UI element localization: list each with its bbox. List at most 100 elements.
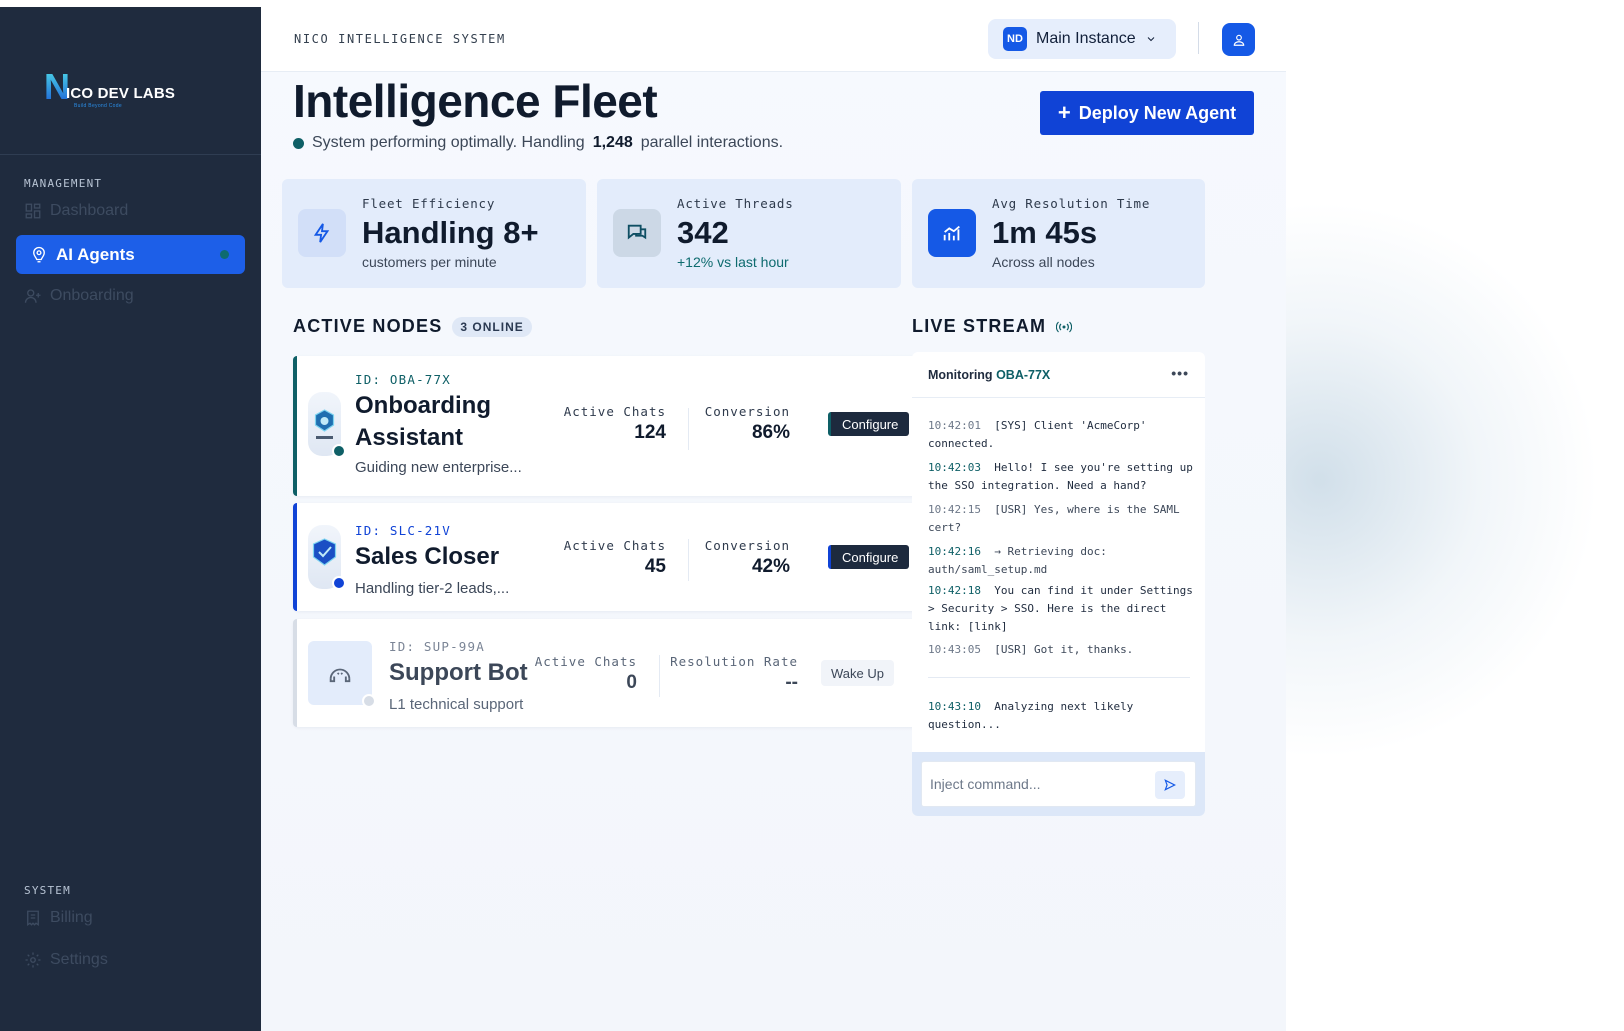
sidebar-item-billing[interactable]: Billing — [24, 900, 244, 936]
live-stream-heading: LIVE STREAM — [912, 316, 1073, 337]
live-stream-panel: Monitoring OBA-77X ••• 10:42:01 [SYS] Cl… — [912, 352, 1205, 816]
section-title: LIVE STREAM — [912, 316, 1047, 336]
deploy-new-agent-button[interactable]: + Deploy New Agent — [1040, 91, 1254, 135]
node-card-support-bot[interactable]: ID: SUP-99A Support Bot L1 technical sup… — [293, 619, 924, 727]
monitoring-label: Monitoring OBA-77X — [928, 368, 1050, 382]
metric-label: Conversion — [704, 538, 790, 553]
log-time: 10:42:18 — [928, 584, 981, 597]
sidebar-item-onboarding[interactable]: Onboarding — [24, 278, 244, 314]
sidebar-item-label: Onboarding — [50, 287, 134, 304]
broadcast-icon — [1056, 321, 1073, 332]
section-title: ACTIVE NODES — [293, 316, 443, 336]
metric-divider — [659, 655, 660, 697]
node-name: Onboarding Assistant — [355, 390, 491, 454]
active-indicator-dot — [220, 250, 229, 259]
agent-avatar — [308, 641, 372, 705]
sidebar: N ICO DEV LABS Build Beyond Code MANAGEM… — [0, 7, 261, 1031]
send-icon — [1164, 779, 1176, 791]
online-count-badge: 3 ONLINE — [452, 316, 532, 337]
node-description: L1 technical support — [389, 696, 524, 713]
status-online-dot — [332, 444, 346, 458]
section-label-management: MANAGEMENT — [24, 177, 103, 190]
log-time: 10:42:01 — [928, 419, 981, 432]
log-entry: 10:42:16 → Retrieving doc: auth/saml_set… — [928, 543, 1194, 579]
stream-header: Monitoring OBA-77X ••• — [912, 352, 1205, 398]
stream-divider — [928, 677, 1190, 678]
instance-label: Main Instance — [1036, 30, 1136, 47]
system-status: System performing optimally. Handling 1,… — [293, 134, 783, 152]
metric-divider — [688, 408, 689, 450]
stat-card-active-threads: Active Threads 342 +12% vs last hour — [597, 179, 901, 288]
command-input-area: Inject command... — [912, 752, 1205, 816]
node-accent-bar — [293, 619, 297, 727]
sidebar-item-ai-agents[interactable]: AI Agents — [16, 235, 245, 274]
metric-label: Conversion — [704, 404, 790, 419]
user-profile-button[interactable] — [1222, 23, 1255, 56]
dashboard-icon — [25, 203, 41, 219]
sidebar-item-label: Dashboard — [50, 202, 129, 219]
topbar: NICO INTELLIGENCE SYSTEM ND Main Instanc… — [261, 0, 1286, 72]
logo-text: ICO DEV LABS — [66, 85, 176, 102]
user-icon — [1233, 34, 1244, 46]
status-dot — [293, 137, 304, 149]
system-name: NICO INTELLIGENCE SYSTEM — [294, 32, 506, 46]
status-text-post: parallel interactions. — [640, 134, 784, 151]
metric-value: 86% — [751, 422, 790, 443]
metric-label: Resolution Rate — [670, 654, 798, 669]
gear-icon — [25, 952, 41, 968]
log-entry: 10:42:03 Hello! I see you're setting up … — [928, 459, 1194, 495]
receipt-icon — [27, 910, 39, 927]
metric-label: Active Chats — [563, 404, 666, 419]
metric-divider — [688, 539, 689, 581]
stat-label: Fleet Efficiency — [362, 196, 496, 211]
node-accent-bar — [293, 356, 297, 496]
chart-icon — [928, 209, 976, 257]
node-name-line1: Onboarding — [355, 392, 491, 419]
logo-tagline: Build Beyond Code — [74, 103, 122, 109]
inject-command-input[interactable]: Inject command... — [921, 761, 1196, 807]
node-card-onboarding-assistant[interactable]: ID: OBA-77X Onboarding Assistant Guiding… — [293, 356, 924, 496]
node-description: Handling tier-2 leads,... — [355, 580, 510, 597]
node-id: ID: OBA-77X — [355, 372, 451, 387]
node-card-sales-closer[interactable]: ID: SLC-21V Sales Closer Handling tier-2… — [293, 503, 924, 611]
status-offline-dot — [362, 694, 376, 708]
active-nodes-heading: ACTIVE NODES 3 ONLINE — [293, 316, 532, 337]
instance-badge: ND — [1003, 27, 1027, 51]
plus-icon: + — [1057, 100, 1071, 125]
page-title: Intelligence Fleet — [293, 75, 658, 127]
node-id: ID: SUP-99A — [389, 639, 485, 654]
monitoring-node-id: OBA-77X — [996, 368, 1051, 382]
metric-value: 42% — [751, 556, 790, 577]
node-accent-bar — [293, 503, 297, 611]
metric-value: 124 — [634, 422, 666, 443]
sidebar-item-dashboard[interactable]: Dashboard — [24, 193, 244, 229]
sidebar-item-label: AI Agents — [56, 244, 135, 264]
metric-value: 45 — [644, 556, 666, 577]
log-text: [USR] Got it, thanks. — [994, 643, 1134, 656]
metric-value: -- — [785, 672, 798, 693]
configure-button[interactable]: Configure — [828, 545, 910, 569]
wake-up-button[interactable]: Wake Up — [821, 660, 894, 686]
node-name: Support Bot — [389, 659, 528, 686]
log-entry: 10:43:05 [USR] Got it, thanks. — [928, 641, 1194, 659]
log-entry: 10:42:18 You can find it under Settings … — [928, 582, 1194, 636]
log-time: 10:42:03 — [928, 461, 981, 474]
stat-value: Handling 8+ — [362, 215, 539, 250]
main-content: NICO INTELLIGENCE SYSTEM ND Main Instanc… — [261, 0, 1286, 1031]
more-options-icon[interactable]: ••• — [1171, 365, 1189, 381]
configure-button[interactable]: Configure — [828, 412, 910, 436]
deploy-button-label: Deploy New Agent — [1078, 102, 1237, 123]
chat-icon — [613, 209, 661, 257]
logo: N ICO DEV LABS Build Beyond Code — [44, 69, 184, 113]
instance-selector[interactable]: ND Main Instance — [988, 19, 1176, 59]
monitoring-prefix: Monitoring — [928, 368, 993, 382]
log-time: 10:42:16 — [928, 545, 981, 558]
section-label-system: SYSTEM — [24, 884, 71, 897]
status-online-dot — [332, 576, 346, 590]
sidebar-item-settings[interactable]: Settings — [24, 942, 244, 978]
log-entry: 10:42:15 [USR] Yes, where is the SAML ce… — [928, 501, 1194, 537]
log-time: 10:42:15 — [928, 503, 981, 516]
send-button[interactable] — [1155, 771, 1185, 799]
metric-label: Active Chats — [534, 654, 637, 669]
status-count: 1,248 — [592, 134, 633, 151]
